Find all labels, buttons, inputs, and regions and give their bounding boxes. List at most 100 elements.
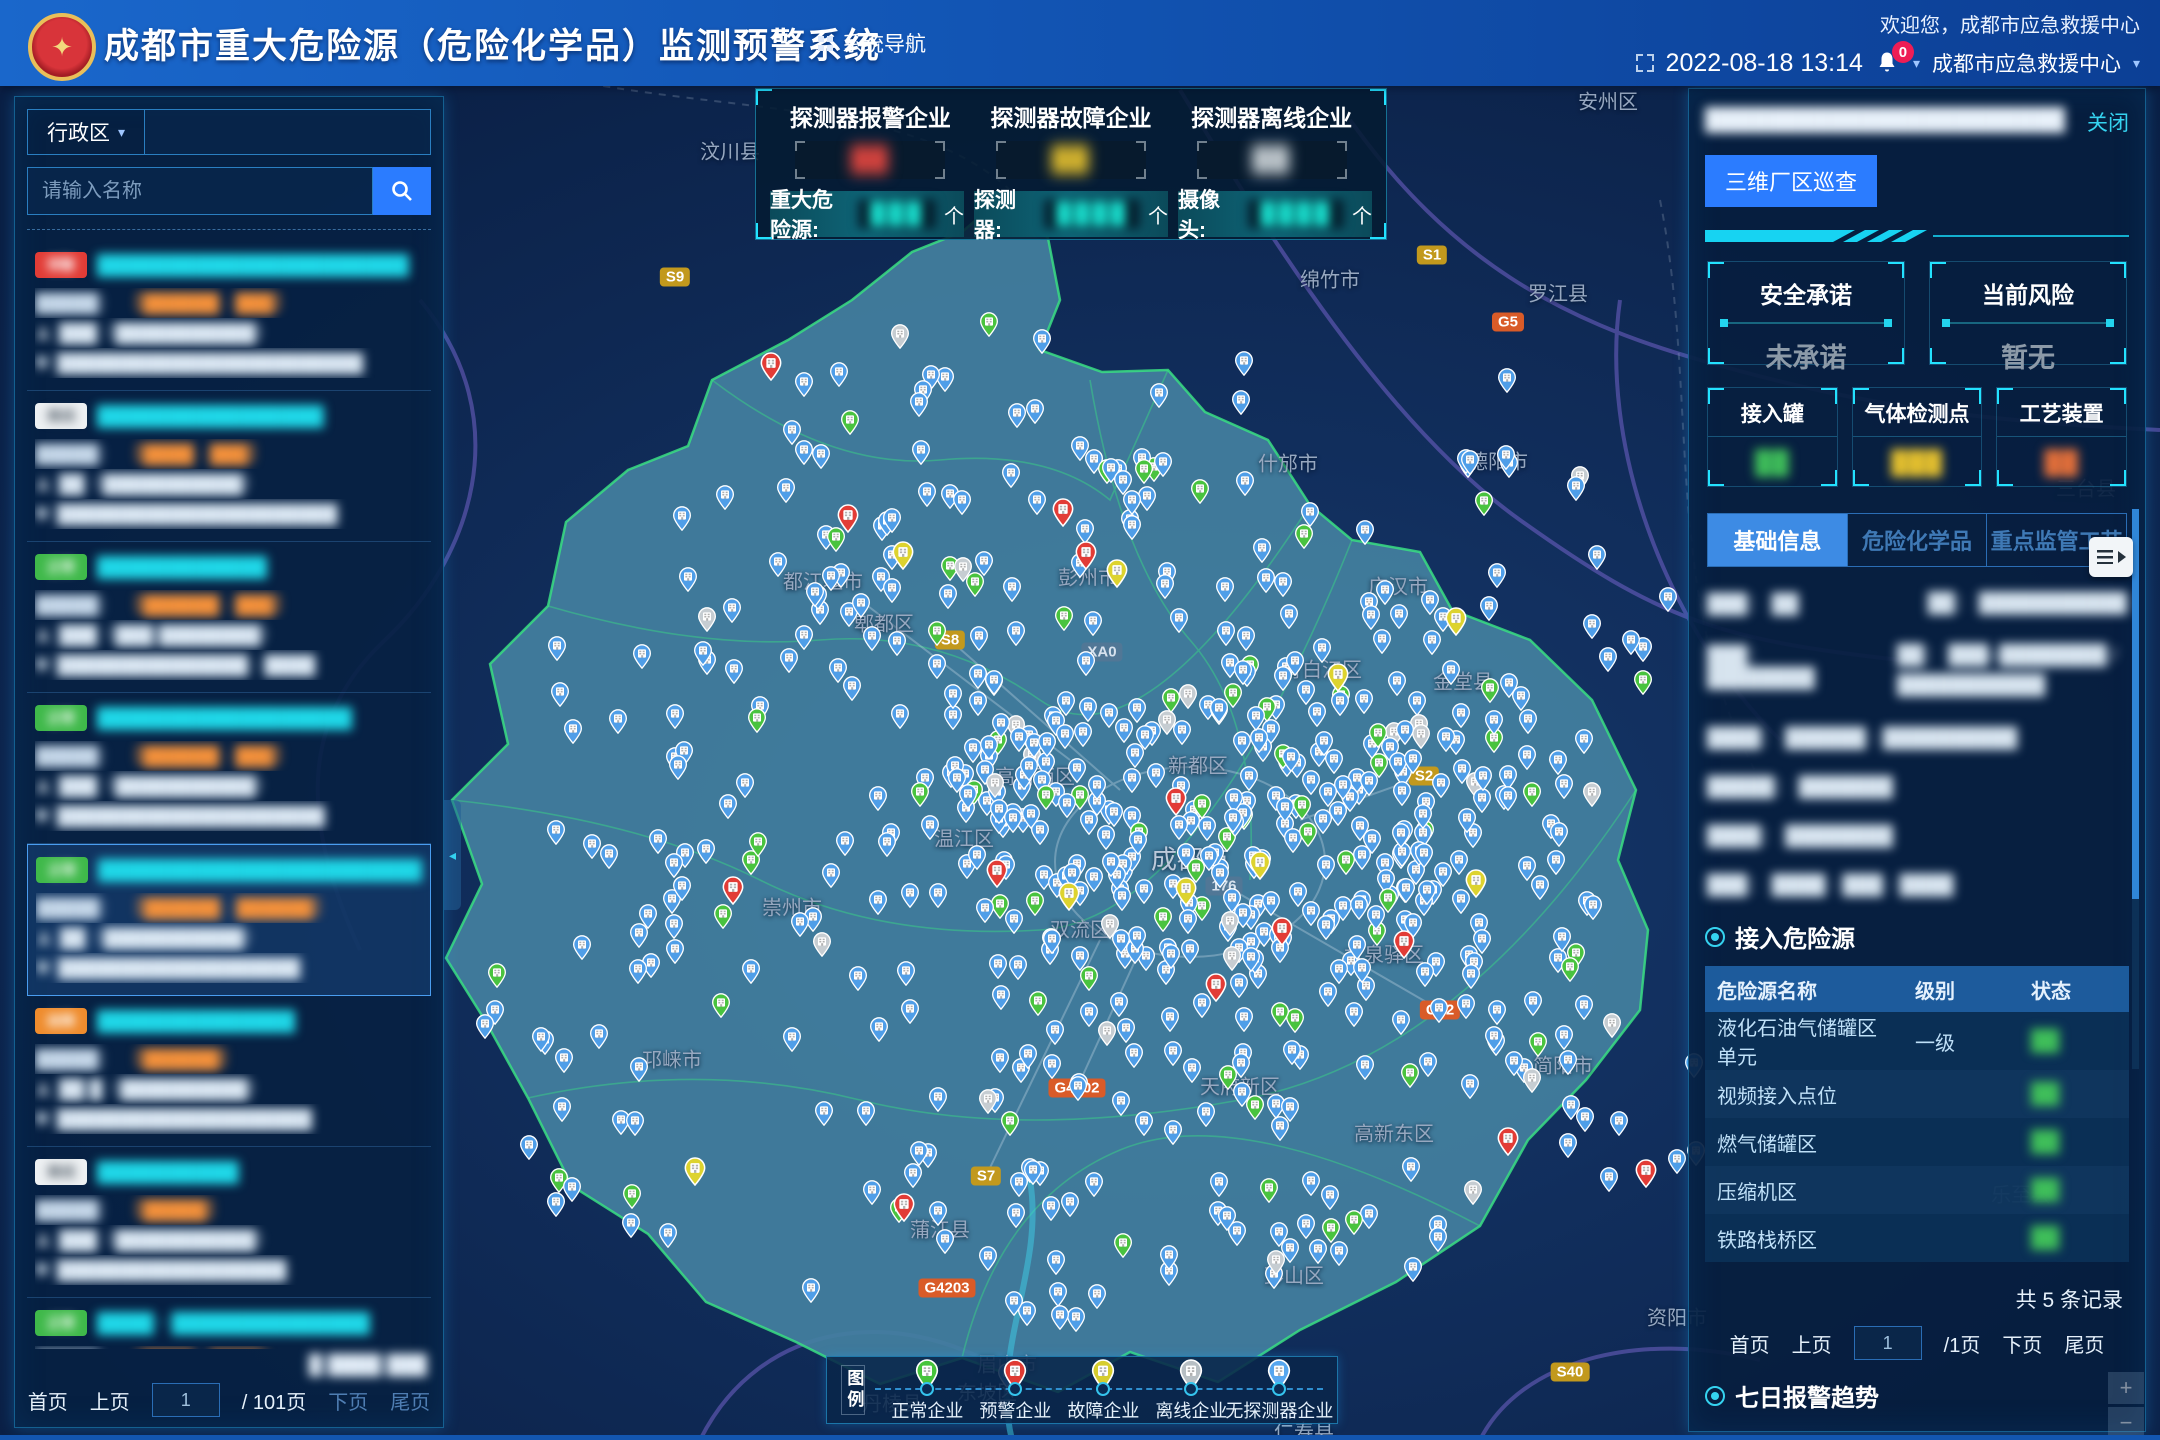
map-pin[interactable] [565,720,582,743]
map-pin[interactable] [1281,605,1298,628]
map-pin[interactable] [574,936,591,959]
map-pin[interactable] [1236,1008,1253,1031]
map-pin[interactable] [627,1112,644,1135]
map-pin[interactable] [717,486,734,509]
map-pin[interactable] [1560,1134,1577,1157]
panel-collapse-button[interactable] [2089,537,2133,577]
map-pin[interactable] [913,441,930,464]
chevron-down-icon[interactable]: ▾ [2133,55,2140,72]
map-pin[interactable] [1127,744,1144,767]
map-pin[interactable] [884,579,901,602]
map-pin[interactable] [892,705,909,728]
map-pin[interactable] [1393,1011,1410,1034]
map-pin[interactable] [1002,1112,1019,1135]
map-pin-fault[interactable] [1446,608,1465,635]
map-pin[interactable] [1248,707,1265,730]
map-pin-alarm[interactable] [1053,499,1072,526]
map-pin[interactable] [1554,928,1571,951]
map-pin[interactable] [1006,910,1023,933]
map-pin[interactable] [781,649,798,672]
scrollbar-thumb[interactable] [2132,509,2139,899]
map-pin[interactable] [1499,369,1516,392]
map-pin[interactable] [1525,992,1542,1015]
map-pin[interactable] [1059,794,1076,817]
map-pin[interactable] [870,787,887,810]
page-last[interactable]: 尾页 [2064,1329,2104,1358]
map-pin[interactable] [1077,520,1094,543]
map-pin[interactable] [666,854,683,877]
notifications-button[interactable]: 0 [1875,50,1901,76]
map-pin-fault[interactable] [1059,883,1078,910]
map-pin[interactable] [1298,1215,1315,1238]
map-pin[interactable] [1008,1204,1025,1227]
map-pin[interactable] [971,627,988,650]
map-pin[interactable] [803,1279,820,1302]
map-pin[interactable] [1052,1306,1069,1329]
map-pin-alarm[interactable] [1394,931,1413,958]
map-pin[interactable] [749,709,766,732]
map-pin-alarm[interactable] [1636,1160,1655,1187]
map-pin[interactable] [1451,851,1468,874]
map-pin[interactable] [624,1185,641,1208]
map-pin[interactable] [814,933,831,956]
map-pin[interactable] [770,553,787,576]
map-pin[interactable] [1159,711,1176,734]
map-pin-fault[interactable] [1466,870,1485,897]
map-pin[interactable] [864,627,881,650]
map-pin[interactable] [1303,771,1320,794]
map-pin[interactable] [945,706,962,729]
map-pin[interactable] [1101,704,1118,727]
map-pin[interactable] [1217,578,1234,601]
map-pin[interactable] [864,1181,881,1204]
map-pin[interactable] [1192,480,1209,503]
map-pin[interactable] [1463,965,1480,988]
map-pin[interactable] [1272,1117,1289,1140]
map-pin[interactable] [1081,967,1098,990]
map-pin-alarm[interactable] [761,353,780,380]
map-pin[interactable] [912,783,929,806]
map-pin[interactable] [1171,609,1188,632]
map-pin[interactable] [850,967,867,990]
map-pin[interactable] [1098,826,1115,849]
map-pin[interactable] [970,692,987,715]
map-pin[interactable] [870,891,887,914]
map-pin[interactable] [1513,687,1530,710]
page-first[interactable]: 首页 [1730,1329,1770,1358]
map-pin[interactable] [1165,1121,1182,1144]
map-pin[interactable] [1180,685,1197,708]
map-pin[interactable] [660,1224,677,1247]
map-pin[interactable] [1660,588,1677,611]
enterprise-list-item[interactable]: 正常 ████ · ██████████████ █████：【████ · █… [27,1298,431,1349]
map-pin[interactable] [1078,652,1095,675]
map-pin[interactable] [1532,876,1549,899]
map-pin[interactable] [778,479,795,502]
page-first[interactable]: 首页 [28,1386,68,1415]
map-pin[interactable] [1476,492,1493,515]
map-pin[interactable] [1056,607,1073,630]
map-pin[interactable] [816,1102,833,1125]
map-pin[interactable] [1420,1053,1437,1076]
map-pin[interactable] [1047,1021,1064,1044]
map-pin[interactable] [1258,569,1275,592]
map-pin[interactable] [1290,883,1307,906]
map-pin[interactable] [631,924,648,947]
map-pin[interactable] [1211,1173,1228,1196]
map-pin[interactable] [784,421,801,444]
map-pin[interactable] [1361,1205,1378,1228]
map-pin[interactable] [1300,823,1317,846]
map-pin[interactable] [1315,810,1332,833]
map-pin[interactable] [954,491,971,514]
map-pin[interactable] [591,1025,608,1048]
map-pin[interactable] [667,705,684,728]
map-pin[interactable] [1174,721,1191,744]
map-pin[interactable] [674,507,691,530]
map-pin[interactable] [879,833,896,856]
map-pin-alarm[interactable] [987,860,1006,887]
map-pin[interactable] [666,915,683,938]
map-pin[interactable] [1303,1172,1320,1195]
map-pin[interactable] [1081,811,1098,834]
map-pin[interactable] [1075,723,1092,746]
map-pin[interactable] [1068,1308,1085,1331]
map-pin[interactable] [1318,916,1335,939]
map-pin[interactable] [902,884,919,907]
